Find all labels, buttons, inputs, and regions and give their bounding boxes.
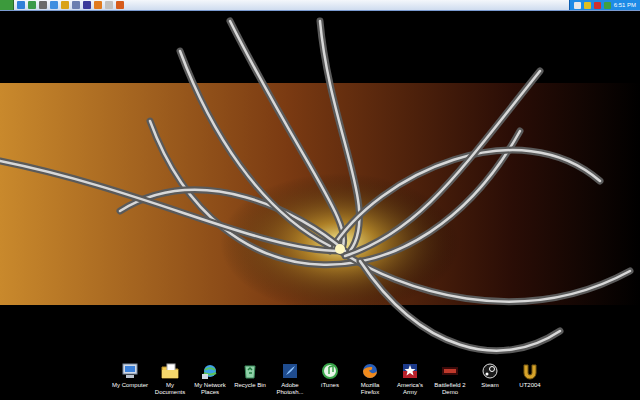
- tray-icon[interactable]: [594, 2, 601, 9]
- desktop-icon[interactable]: Adobe Photosh...: [270, 361, 310, 396]
- quick-launch-icon[interactable]: [116, 1, 124, 9]
- desktop-icon[interactable]: Mozilla Firefox: [350, 361, 390, 396]
- desktop-icon[interactable]: Steam: [470, 361, 510, 389]
- americas-army-icon: [400, 361, 420, 381]
- quick-launch-icon[interactable]: [17, 1, 25, 9]
- desktop-icon[interactable]: My Computer: [110, 361, 150, 389]
- desktop-icon-label: My Documents: [150, 382, 190, 396]
- desktop-icon[interactable]: iTunes: [310, 361, 350, 389]
- desktop-icon-label: Adobe Photosh...: [270, 382, 310, 396]
- desktop-icon-label: Steam: [480, 382, 499, 389]
- taskbar: 6:51 PM: [0, 0, 640, 11]
- quick-launch-icon[interactable]: [83, 1, 91, 9]
- quick-launch-icon[interactable]: [39, 1, 47, 9]
- recycle-bin-icon: [240, 361, 260, 381]
- desktop-icon-label: iTunes: [320, 382, 340, 389]
- clock[interactable]: 6:51 PM: [614, 1, 636, 9]
- desktop-icons: My ComputerMy DocumentsMy Network Places…: [0, 361, 640, 400]
- desktop-icon[interactable]: America's Army: [390, 361, 430, 396]
- quick-launch-icon[interactable]: [61, 1, 69, 9]
- desktop-icon-label: America's Army: [390, 382, 430, 396]
- desktop-icon[interactable]: Recycle Bin: [230, 361, 270, 389]
- system-tray: 6:51 PM: [569, 0, 640, 10]
- desktop-icon-label: UT2004: [518, 382, 541, 389]
- quick-launch-icon[interactable]: [28, 1, 36, 9]
- start-button[interactable]: [0, 0, 14, 10]
- tray-icon[interactable]: [584, 2, 591, 9]
- network-icon: [200, 361, 220, 381]
- steam-icon: [480, 361, 500, 381]
- quick-launch-icon[interactable]: [50, 1, 58, 9]
- desktop-icon[interactable]: My Network Places: [190, 361, 230, 396]
- tray-icon[interactable]: [604, 2, 611, 9]
- quick-launch-icon[interactable]: [94, 1, 102, 9]
- ut2004-icon: [520, 361, 540, 381]
- desktop-icon-label: Mozilla Firefox: [350, 382, 390, 396]
- desktop-icon[interactable]: My Documents: [150, 361, 190, 396]
- desktop-icon[interactable]: UT2004: [510, 361, 550, 389]
- desktop-icon-label: My Network Places: [190, 382, 230, 396]
- quick-launch-icon[interactable]: [72, 1, 80, 9]
- desktop-icon-label: Battlefield 2 Demo: [430, 382, 470, 396]
- desktop-screen: 6:51 PM My ComputerMy DocumentsMy Network…: [0, 0, 640, 400]
- firefox-icon: [360, 361, 380, 381]
- battlefield-icon: [440, 361, 460, 381]
- quick-launch: [14, 0, 127, 10]
- tray-icon[interactable]: [574, 2, 581, 9]
- documents-icon: [160, 361, 180, 381]
- quick-launch-icon[interactable]: [105, 1, 113, 9]
- computer-icon: [120, 361, 140, 381]
- desktop-icon-label: My Computer: [111, 382, 149, 389]
- itunes-icon: [320, 361, 340, 381]
- photoshop-icon: [280, 361, 300, 381]
- desktop-icon[interactable]: Battlefield 2 Demo: [430, 361, 470, 396]
- desktop: My ComputerMy DocumentsMy Network Places…: [0, 11, 640, 400]
- desktop-icon-label: Recycle Bin: [233, 382, 267, 389]
- wallpaper: [0, 11, 640, 400]
